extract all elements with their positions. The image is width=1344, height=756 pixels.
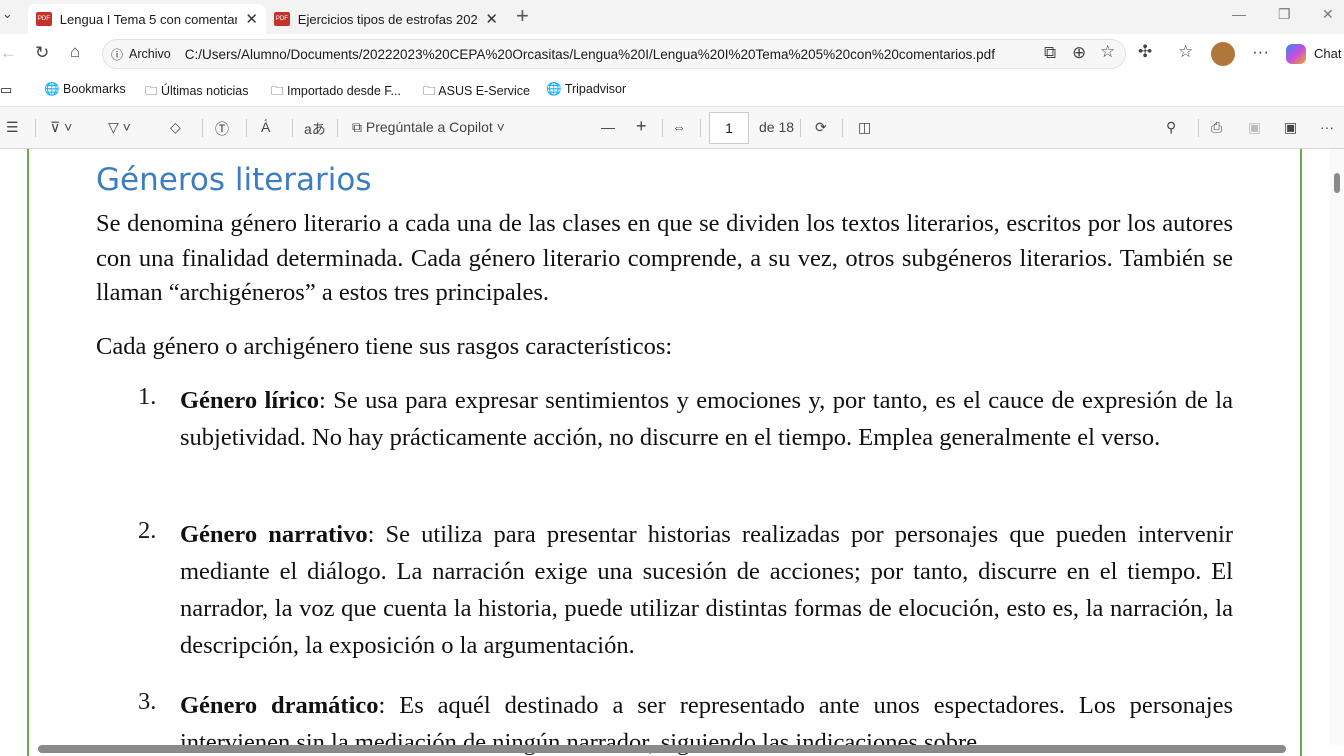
text-icon[interactable]: Ⓣ [215,119,229,139]
close-tab-icon[interactable]: ✕ [485,10,498,28]
intro-paragraph: Se denomina género literario a cada una … [96,210,1233,306]
scheme-label: Archivo [129,47,171,61]
copilot-button[interactable]: ⧉ Pregúntale a Copilot ˅ [352,119,505,136]
definition: : Se usa para expresar sentimientos y em… [180,387,1233,451]
info-icon: ⓘ [111,47,124,62]
vertical-scrollbar[interactable] [1330,149,1344,745]
bookmark-label: Tripadvisor [564,82,627,96]
tab-lengua[interactable]: PDF Lengua I Tema 5 con comentarios.p ✕ [28,4,266,34]
read-aloud-icon[interactable]: A᷾ [261,119,270,135]
more-options-icon[interactable]: ··· [1320,119,1334,135]
bookmark-label: Importado desde F... [286,84,401,98]
bookmark-item[interactable]: 🌐 Tripadvisor [546,82,626,97]
save-icon[interactable]: ▣ [1248,119,1261,136]
tab-label: Lengua I Tema 5 con comentarios.p [59,11,238,27]
tab-ejercicios[interactable]: PDF Ejercicios tipos de estrofas 2025.pd… [266,4,506,34]
minimize-icon[interactable]: — [1232,6,1246,22]
address-bar-row: ← ↻ ⌂ ⓘ Archivo C:/Users/Alumno/Document… [0,34,1344,74]
list-intro: Cada género o archigénero tiene sus rasg… [96,333,673,360]
erase-icon[interactable]: ◇ [170,119,181,136]
pdf-icon: PDF [36,12,52,26]
back-icon[interactable]: ← [0,43,17,63]
bookmark-folder[interactable]: 🗀 Últimas noticias [145,82,249,103]
zoom-in-icon[interactable]: + [636,116,647,137]
pdf-toolbar: ☰ ⊽ ˅ ▽ ˅ ◇ Ⓣ A᷾ aあ ⧉ Pregúntale a Copil… [0,106,1344,149]
contents-icon[interactable]: ☰ [6,119,19,136]
term: Género narrativo [180,521,368,548]
list-number: 2. [138,517,157,544]
term: Género lírico [180,387,319,414]
term: Género dramático [180,692,379,719]
fit-width-icon[interactable]: ⇔ [672,119,686,135]
refresh-icon[interactable]: ↻ [35,43,49,63]
draw-icon[interactable]: ▽ ˅ [108,119,131,136]
bookmark-folder[interactable]: 🗀 Importado desde F... [271,82,401,103]
url-text: C:/Users/Alumno/Documents/20222023%20CEP… [184,46,995,62]
bookmark-label: Últimas noticias [160,84,249,98]
highlight-icon[interactable]: ⊽ ˅ [50,119,72,136]
list-item: Género lírico: Se usa para expresar sent… [180,382,1233,456]
favorites-icon[interactable]: ☆ [1178,42,1193,62]
bookmark-label: ASUS E-Service [438,84,530,98]
close-tab-icon[interactable]: ✕ [245,10,258,28]
pdf-page: Géneros literarios Se denomina género li… [0,149,1344,756]
tab-bar: ⌄ PDF Lengua I Tema 5 con comentarios.p … [0,0,1344,34]
favorite-star-icon[interactable]: ☆ [1100,42,1115,62]
copilot-label: Pregúntale a Copilot [365,119,493,135]
tab-list-icon[interactable]: ⌄ [2,6,13,22]
list-item: Género narrativo: Se utiliza para presen… [180,516,1233,664]
list-number: 1. [138,383,157,410]
page-title: Géneros literarios [96,162,372,198]
copilot-icon[interactable]: ⧉ [1044,43,1056,63]
rotate-icon[interactable]: ⟳ [815,119,827,136]
restore-icon[interactable]: ❐ [1278,6,1291,23]
copilot-chat-icon[interactable] [1286,44,1306,64]
print-icon[interactable]: ⎙ [1211,119,1222,136]
new-tab-icon[interactable]: + [516,3,529,29]
bookmark-label: Bookmarks [63,82,126,96]
extensions-icon[interactable]: ✣ [1138,42,1152,62]
more-icon[interactable]: ··· [1252,42,1269,62]
bookmark-item[interactable]: 🌐 Bookmarks [44,82,126,97]
list-number: 3. [138,688,157,715]
page-count: de 18 [759,119,795,135]
translate-icon[interactable]: aあ [304,119,326,139]
search-icon[interactable]: ⚲ [1166,119,1176,136]
close-window-icon[interactable]: ✕ [1322,6,1334,23]
profile-avatar[interactable] [1211,42,1235,66]
bookmark-folder[interactable]: 🗀 ASUS E-Service [423,82,530,103]
page-view-icon[interactable]: ◫ [858,119,871,136]
page-number-input[interactable]: 1 [709,112,749,144]
collections-icon[interactable]: ▭ [0,82,12,98]
home-icon[interactable]: ⌂ [70,42,80,62]
bookmarks-bar: ▭ 🌐 Bookmarks 🗀 Últimas noticias 🗀 Impor… [0,74,1344,106]
horizontal-scrollbar[interactable] [38,745,1286,753]
tab-label: Ejercicios tipos de estrofas 2025.pd [297,11,478,27]
save-as-icon[interactable]: ▣ [1284,119,1297,136]
chat-label[interactable]: Chat [1314,46,1341,61]
pdf-icon: PDF [274,12,290,26]
zoom-out-icon[interactable]: — [601,119,615,135]
address-input[interactable]: ⓘ Archivo C:/Users/Alumno/Documents/2022… [102,39,1126,69]
zoom-icon[interactable]: ⊕ [1072,43,1086,63]
